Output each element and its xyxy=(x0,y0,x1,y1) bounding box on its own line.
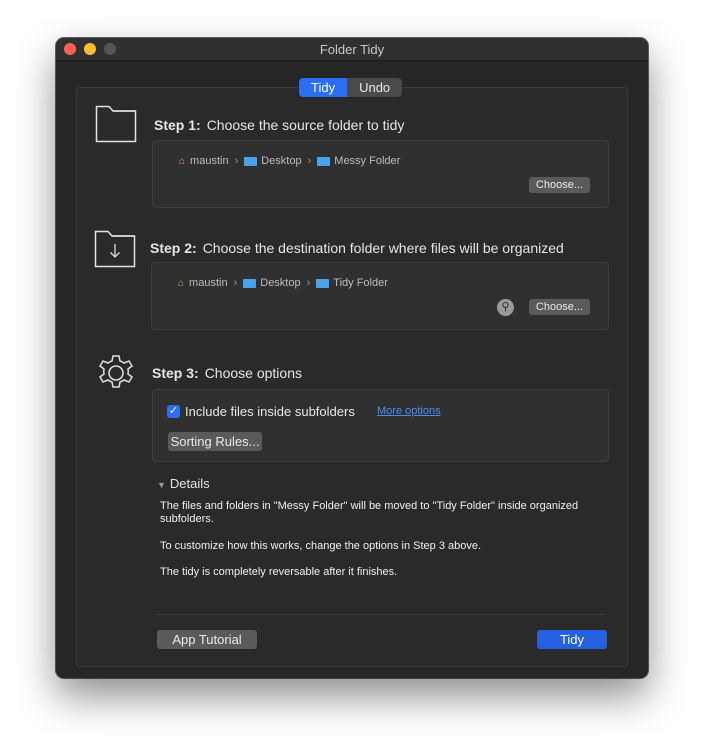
details-description: The files and folders in "Messy Folder" … xyxy=(160,500,579,525)
include-subfolders-label[interactable]: Include files inside subfolders xyxy=(185,404,355,419)
path-item: Messy Folder xyxy=(334,155,401,167)
details-label: Details xyxy=(169,476,210,491)
step3-title-text: Choose options xyxy=(204,365,302,381)
folder-icon xyxy=(243,278,257,288)
tidy-tab[interactable]: Tidy xyxy=(299,78,348,97)
source-path-breadcrumb: ⌂ maustin › Desktop › Messy Folder xyxy=(179,155,400,167)
folder-download-icon xyxy=(94,230,136,268)
folder-icon xyxy=(244,156,258,166)
title-bar: Folder Tidy xyxy=(56,38,648,61)
folder-icon xyxy=(317,156,331,166)
chevron-right-icon: › xyxy=(307,155,312,167)
chevron-right-icon: › xyxy=(234,155,239,167)
app-tutorial-button[interactable]: App Tutorial xyxy=(157,630,257,649)
destination-path-breadcrumb: ⌂ maustin › Desktop › Tidy Folder xyxy=(178,277,388,289)
step2-title-text: Choose the destination folder where file… xyxy=(202,240,564,256)
step3-title: Step 3: Choose options xyxy=(152,365,302,381)
chevron-right-icon: › xyxy=(233,277,238,289)
main-panel: Step 1: Choose the source folder to tidy … xyxy=(76,87,628,667)
undo-tab[interactable]: Undo xyxy=(347,78,402,97)
choose-source-button[interactable]: Choose... xyxy=(528,177,590,193)
include-subfolders-checkbox[interactable]: ✓ xyxy=(167,405,180,418)
folder-icon xyxy=(95,105,137,143)
step2-title: Step 2: Choose the destination folder whe… xyxy=(150,240,564,256)
window-title: Folder Tidy xyxy=(319,42,385,57)
folder-tidy-window: Folder Tidy Tidy Undo Step 1: Choose the … xyxy=(56,38,648,678)
options-box: ✓ Include files inside subfolders More o… xyxy=(152,389,609,462)
folder-icon xyxy=(316,278,330,288)
step3-number: Step 3: xyxy=(152,365,199,381)
home-icon: ⌂ xyxy=(179,155,186,167)
choose-destination-button[interactable]: Choose... xyxy=(528,299,590,315)
path-item: maustin xyxy=(190,155,229,167)
path-item: Desktop xyxy=(261,155,302,167)
step1-title: Step 1: Choose the source folder to tidy xyxy=(154,117,404,133)
mode-segmented-control: Tidy Undo xyxy=(299,78,403,97)
details-customize-note: To customize how this works, change the … xyxy=(160,540,482,552)
more-options-link[interactable]: More options xyxy=(377,405,441,417)
footer-divider xyxy=(155,614,607,615)
path-item: Desktop xyxy=(260,277,301,289)
source-folder-box: ⌂ maustin › Desktop › Messy Folder Choos… xyxy=(152,140,609,208)
details-reversible-note: The tidy is completely reversable after … xyxy=(160,566,398,578)
step1-number: Step 1: xyxy=(154,117,201,133)
details-disclosure[interactable]: ▼ Details xyxy=(157,476,210,491)
home-icon: ⌂ xyxy=(178,277,185,289)
disclosure-triangle-icon: ▼ xyxy=(157,480,166,490)
gear-icon xyxy=(99,355,133,388)
sorting-rules-button[interactable]: Sorting Rules... xyxy=(168,432,262,451)
step1-title-text: Choose the source folder to tidy xyxy=(206,117,405,133)
step2-number: Step 2: xyxy=(150,240,197,256)
path-item: Tidy Folder xyxy=(333,277,388,289)
reveal-in-finder-icon[interactable]: ⚲ xyxy=(497,299,514,316)
destination-folder-box: ⌂ maustin › Desktop › Tidy Folder ⚲ Choo… xyxy=(151,262,609,330)
path-item: maustin xyxy=(189,277,228,289)
chevron-right-icon: › xyxy=(306,277,311,289)
tidy-button[interactable]: Tidy xyxy=(537,630,607,649)
